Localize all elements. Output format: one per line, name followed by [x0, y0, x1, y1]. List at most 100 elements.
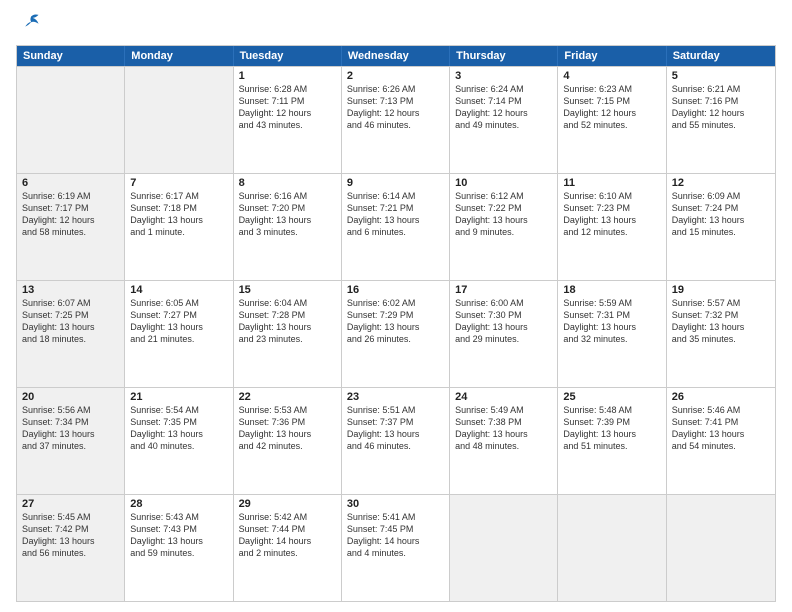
day-number: 24	[455, 391, 552, 403]
calendar-cell: 16Sunrise: 6:02 AM Sunset: 7:29 PM Dayli…	[342, 281, 450, 387]
calendar-cell: 20Sunrise: 5:56 AM Sunset: 7:34 PM Dayli…	[17, 388, 125, 494]
calendar-cell: 21Sunrise: 5:54 AM Sunset: 7:35 PM Dayli…	[125, 388, 233, 494]
page: SundayMondayTuesdayWednesdayThursdayFrid…	[0, 0, 792, 612]
day-number: 14	[130, 284, 227, 296]
day-info: Sunrise: 6:00 AM Sunset: 7:30 PM Dayligh…	[455, 297, 552, 346]
calendar-cell: 6Sunrise: 6:19 AM Sunset: 7:17 PM Daylig…	[17, 174, 125, 280]
day-info: Sunrise: 5:41 AM Sunset: 7:45 PM Dayligh…	[347, 511, 444, 560]
calendar-cell: 24Sunrise: 5:49 AM Sunset: 7:38 PM Dayli…	[450, 388, 558, 494]
day-number: 10	[455, 177, 552, 189]
day-info: Sunrise: 5:53 AM Sunset: 7:36 PM Dayligh…	[239, 404, 336, 453]
day-number: 6	[22, 177, 119, 189]
logo-bird-icon	[18, 12, 40, 34]
calendar-cell: 3Sunrise: 6:24 AM Sunset: 7:14 PM Daylig…	[450, 67, 558, 173]
day-number: 30	[347, 498, 444, 510]
calendar-week-2: 6Sunrise: 6:19 AM Sunset: 7:17 PM Daylig…	[17, 173, 775, 280]
day-number: 18	[563, 284, 660, 296]
calendar-cell: 19Sunrise: 5:57 AM Sunset: 7:32 PM Dayli…	[667, 281, 775, 387]
day-info: Sunrise: 6:14 AM Sunset: 7:21 PM Dayligh…	[347, 190, 444, 239]
calendar-cell: 12Sunrise: 6:09 AM Sunset: 7:24 PM Dayli…	[667, 174, 775, 280]
day-number: 2	[347, 70, 444, 82]
calendar-cell	[667, 495, 775, 601]
day-info: Sunrise: 6:17 AM Sunset: 7:18 PM Dayligh…	[130, 190, 227, 239]
day-info: Sunrise: 5:51 AM Sunset: 7:37 PM Dayligh…	[347, 404, 444, 453]
day-info: Sunrise: 5:59 AM Sunset: 7:31 PM Dayligh…	[563, 297, 660, 346]
calendar-cell	[558, 495, 666, 601]
day-number: 5	[672, 70, 770, 82]
calendar-header: SundayMondayTuesdayWednesdayThursdayFrid…	[17, 46, 775, 66]
calendar-cell: 17Sunrise: 6:00 AM Sunset: 7:30 PM Dayli…	[450, 281, 558, 387]
calendar-cell: 11Sunrise: 6:10 AM Sunset: 7:23 PM Dayli…	[558, 174, 666, 280]
day-info: Sunrise: 6:02 AM Sunset: 7:29 PM Dayligh…	[347, 297, 444, 346]
logo	[16, 12, 42, 39]
header-day-monday: Monday	[125, 46, 233, 66]
day-number: 15	[239, 284, 336, 296]
day-number: 27	[22, 498, 119, 510]
calendar-cell: 30Sunrise: 5:41 AM Sunset: 7:45 PM Dayli…	[342, 495, 450, 601]
header-day-tuesday: Tuesday	[234, 46, 342, 66]
day-info: Sunrise: 6:12 AM Sunset: 7:22 PM Dayligh…	[455, 190, 552, 239]
day-info: Sunrise: 5:45 AM Sunset: 7:42 PM Dayligh…	[22, 511, 119, 560]
day-number: 4	[563, 70, 660, 82]
day-info: Sunrise: 5:49 AM Sunset: 7:38 PM Dayligh…	[455, 404, 552, 453]
calendar-cell: 22Sunrise: 5:53 AM Sunset: 7:36 PM Dayli…	[234, 388, 342, 494]
calendar-cell	[17, 67, 125, 173]
calendar-week-4: 20Sunrise: 5:56 AM Sunset: 7:34 PM Dayli…	[17, 387, 775, 494]
day-info: Sunrise: 5:43 AM Sunset: 7:43 PM Dayligh…	[130, 511, 227, 560]
day-info: Sunrise: 6:16 AM Sunset: 7:20 PM Dayligh…	[239, 190, 336, 239]
day-info: Sunrise: 5:54 AM Sunset: 7:35 PM Dayligh…	[130, 404, 227, 453]
calendar-cell: 18Sunrise: 5:59 AM Sunset: 7:31 PM Dayli…	[558, 281, 666, 387]
day-number: 17	[455, 284, 552, 296]
calendar-cell: 26Sunrise: 5:46 AM Sunset: 7:41 PM Dayli…	[667, 388, 775, 494]
calendar-cell: 4Sunrise: 6:23 AM Sunset: 7:15 PM Daylig…	[558, 67, 666, 173]
calendar-cell: 25Sunrise: 5:48 AM Sunset: 7:39 PM Dayli…	[558, 388, 666, 494]
day-info: Sunrise: 6:07 AM Sunset: 7:25 PM Dayligh…	[22, 297, 119, 346]
day-number: 23	[347, 391, 444, 403]
day-number: 19	[672, 284, 770, 296]
day-number: 11	[563, 177, 660, 189]
day-info: Sunrise: 6:24 AM Sunset: 7:14 PM Dayligh…	[455, 83, 552, 132]
calendar-cell: 14Sunrise: 6:05 AM Sunset: 7:27 PM Dayli…	[125, 281, 233, 387]
day-info: Sunrise: 5:42 AM Sunset: 7:44 PM Dayligh…	[239, 511, 336, 560]
calendar-cell: 27Sunrise: 5:45 AM Sunset: 7:42 PM Dayli…	[17, 495, 125, 601]
day-number: 21	[130, 391, 227, 403]
header-day-sunday: Sunday	[17, 46, 125, 66]
calendar-cell: 15Sunrise: 6:04 AM Sunset: 7:28 PM Dayli…	[234, 281, 342, 387]
day-number: 20	[22, 391, 119, 403]
day-info: Sunrise: 6:23 AM Sunset: 7:15 PM Dayligh…	[563, 83, 660, 132]
calendar-cell	[450, 495, 558, 601]
header-day-friday: Friday	[558, 46, 666, 66]
day-number: 29	[239, 498, 336, 510]
day-number: 25	[563, 391, 660, 403]
header-day-wednesday: Wednesday	[342, 46, 450, 66]
day-info: Sunrise: 5:57 AM Sunset: 7:32 PM Dayligh…	[672, 297, 770, 346]
day-info: Sunrise: 6:28 AM Sunset: 7:11 PM Dayligh…	[239, 83, 336, 132]
calendar-cell: 23Sunrise: 5:51 AM Sunset: 7:37 PM Dayli…	[342, 388, 450, 494]
day-info: Sunrise: 6:04 AM Sunset: 7:28 PM Dayligh…	[239, 297, 336, 346]
calendar-week-5: 27Sunrise: 5:45 AM Sunset: 7:42 PM Dayli…	[17, 494, 775, 601]
day-number: 12	[672, 177, 770, 189]
day-number: 9	[347, 177, 444, 189]
calendar-cell: 10Sunrise: 6:12 AM Sunset: 7:22 PM Dayli…	[450, 174, 558, 280]
calendar-cell: 9Sunrise: 6:14 AM Sunset: 7:21 PM Daylig…	[342, 174, 450, 280]
calendar-week-1: 1Sunrise: 6:28 AM Sunset: 7:11 PM Daylig…	[17, 66, 775, 173]
day-info: Sunrise: 6:19 AM Sunset: 7:17 PM Dayligh…	[22, 190, 119, 239]
day-info: Sunrise: 6:21 AM Sunset: 7:16 PM Dayligh…	[672, 83, 770, 132]
calendar-cell: 1Sunrise: 6:28 AM Sunset: 7:11 PM Daylig…	[234, 67, 342, 173]
day-number: 26	[672, 391, 770, 403]
calendar-cell: 8Sunrise: 6:16 AM Sunset: 7:20 PM Daylig…	[234, 174, 342, 280]
header-day-saturday: Saturday	[667, 46, 775, 66]
day-number: 1	[239, 70, 336, 82]
day-info: Sunrise: 5:48 AM Sunset: 7:39 PM Dayligh…	[563, 404, 660, 453]
day-number: 16	[347, 284, 444, 296]
day-number: 22	[239, 391, 336, 403]
calendar-cell: 7Sunrise: 6:17 AM Sunset: 7:18 PM Daylig…	[125, 174, 233, 280]
calendar-week-3: 13Sunrise: 6:07 AM Sunset: 7:25 PM Dayli…	[17, 280, 775, 387]
calendar-cell	[125, 67, 233, 173]
day-info: Sunrise: 6:10 AM Sunset: 7:23 PM Dayligh…	[563, 190, 660, 239]
header	[16, 12, 776, 39]
calendar-cell: 2Sunrise: 6:26 AM Sunset: 7:13 PM Daylig…	[342, 67, 450, 173]
calendar-cell: 28Sunrise: 5:43 AM Sunset: 7:43 PM Dayli…	[125, 495, 233, 601]
calendar-body: 1Sunrise: 6:28 AM Sunset: 7:11 PM Daylig…	[17, 66, 775, 601]
day-number: 7	[130, 177, 227, 189]
